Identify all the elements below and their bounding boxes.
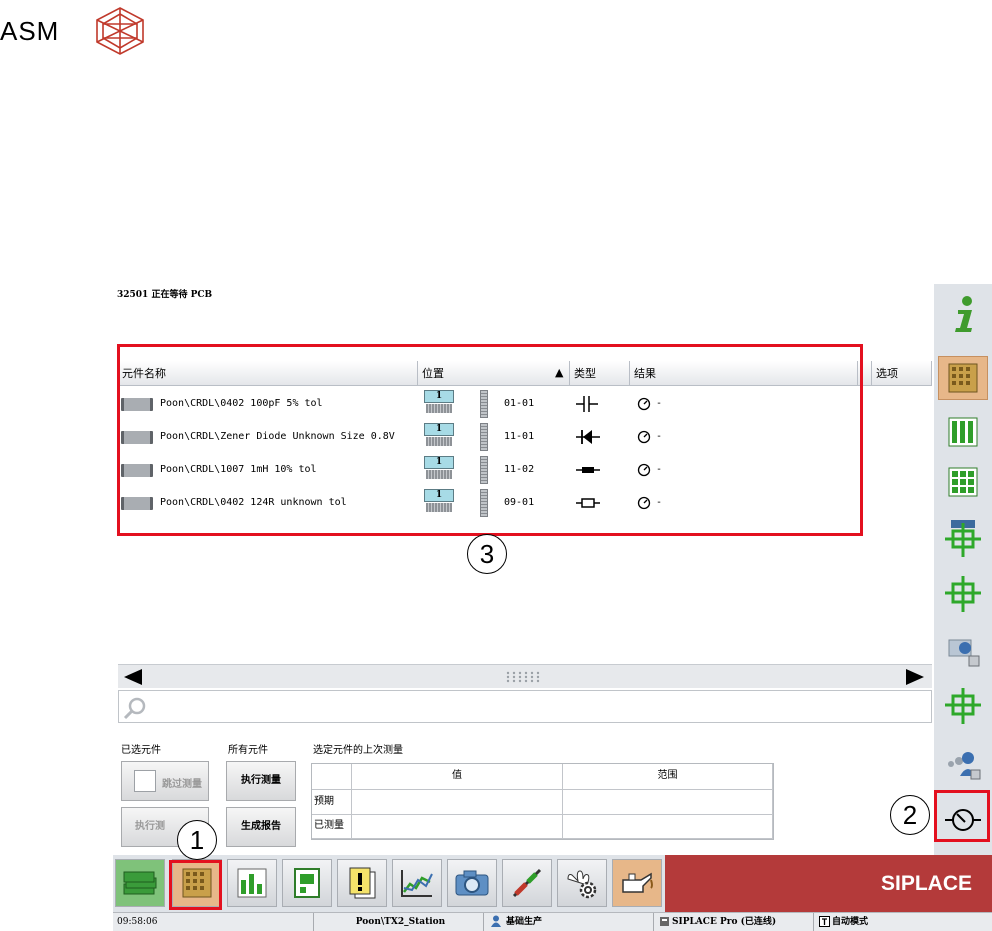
machine-status-text: 32501 正在等待 PCB	[117, 290, 213, 300]
auto-mode-text: 自动模式	[813, 913, 992, 931]
board-tab[interactable]	[282, 859, 332, 907]
calibration-tab[interactable]	[502, 859, 552, 907]
skip-measurement-button[interactable]: 跳过测量	[121, 761, 209, 801]
user-icon	[491, 915, 501, 927]
camera-icon	[455, 870, 489, 896]
statistics-tab[interactable]	[227, 859, 277, 907]
maintenance-tab[interactable]	[612, 859, 662, 907]
table-corner	[312, 764, 352, 790]
measured-value-cell	[352, 815, 563, 839]
trend-chart-icon	[401, 870, 433, 897]
expected-range-cell	[563, 790, 773, 815]
alarms-tab[interactable]	[337, 859, 387, 907]
callout-3-highlight	[117, 344, 863, 536]
expected-value-cell	[352, 790, 563, 815]
search-icon	[123, 697, 146, 720]
selected-components-label: 已选元件	[121, 745, 161, 756]
locked-board-icon	[948, 639, 980, 667]
measurement-table: 值 范围 预期 已测量	[311, 763, 774, 840]
hand-gear-icon	[567, 870, 597, 899]
pcb-icon	[294, 868, 320, 898]
column-header-options[interactable]: 选项	[872, 361, 932, 386]
info-button[interactable]	[938, 292, 988, 336]
right-toolbar	[934, 284, 992, 855]
scroll-left-icon[interactable]	[122, 668, 144, 686]
feeder-grid-icon	[948, 417, 978, 447]
asm-logo-text: ASM	[0, 16, 60, 46]
siplace-brand: SIPLACE	[665, 855, 992, 912]
feeder-view-button[interactable]	[938, 410, 988, 454]
users-lock-icon	[948, 752, 981, 780]
search-input[interactable]	[118, 690, 932, 723]
range-header: 范围	[563, 764, 773, 790]
trend-tab[interactable]	[392, 859, 442, 907]
last-measurement-label: 选定元件的上次测量	[313, 745, 403, 756]
measured-label: 已测量	[312, 815, 352, 839]
station-text: Poon\TX2_Station	[313, 913, 483, 931]
text-mode-icon	[819, 916, 830, 927]
callout-1-number: 1	[177, 820, 217, 860]
matrix-icon	[948, 467, 978, 497]
server-icon	[660, 917, 669, 926]
component-place-icon	[945, 576, 981, 612]
callout-2-highlight	[934, 790, 990, 842]
callout-2-number: 2	[890, 795, 930, 835]
clock-text: 09:58:06	[117, 917, 158, 927]
asm-logo-icon	[96, 7, 144, 55]
user-mode-text: 基础生产	[483, 913, 653, 931]
scroll-thumb-grip-icon[interactable]	[504, 670, 544, 684]
component-place-button[interactable]	[938, 572, 988, 616]
checkbox-icon	[134, 770, 156, 792]
user-locked-button[interactable]	[938, 742, 988, 786]
measured-range-cell	[563, 815, 773, 839]
component-grid-button[interactable]	[938, 356, 988, 400]
callout-3-number: 3	[467, 534, 507, 574]
crosshair-icon	[945, 688, 981, 724]
production-tab[interactable]	[115, 859, 165, 907]
info-icon	[955, 296, 972, 332]
board-setup-button[interactable]	[938, 517, 988, 561]
oil-can-icon	[622, 872, 653, 893]
camera-tab[interactable]	[447, 859, 497, 907]
component-grid-icon	[948, 363, 978, 393]
probe-icon	[512, 868, 542, 898]
warning-doc-icon	[349, 867, 376, 899]
callout-1-highlight	[169, 860, 222, 910]
manual-settings-tab[interactable]	[557, 859, 607, 907]
generate-report-button[interactable]: 生成报告	[226, 807, 296, 847]
target-button[interactable]	[938, 684, 988, 728]
matrix-view-button[interactable]	[938, 460, 988, 504]
scroll-right-icon[interactable]	[904, 668, 926, 686]
execute-measurement-button[interactable]: 执行测量	[226, 761, 296, 801]
locked-user-button[interactable]	[938, 628, 988, 672]
value-header: 值	[352, 764, 563, 790]
money-stack-icon	[123, 871, 157, 895]
connection-text: SIPLACE Pro (已连线)	[653, 913, 813, 931]
board-component-icon	[945, 520, 981, 557]
bar-stats-icon	[237, 868, 267, 898]
all-components-label: 所有元件	[228, 745, 268, 756]
horizontal-scrollbar[interactable]	[118, 664, 932, 688]
expected-label: 预期	[312, 790, 352, 815]
